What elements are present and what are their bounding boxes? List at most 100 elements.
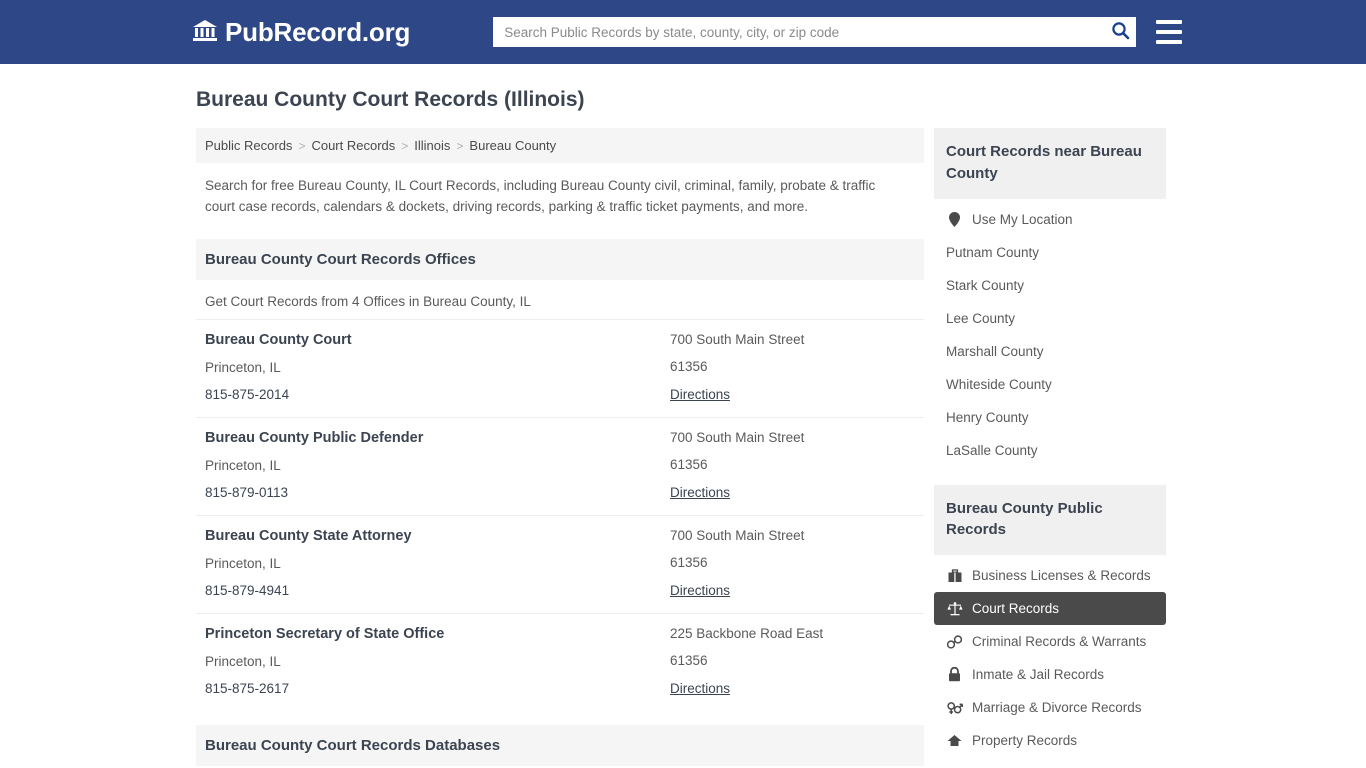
lock-icon xyxy=(946,667,963,682)
main-content: Public Records > Court Records > Illinoi… xyxy=(196,128,924,768)
sidebar-item-label: Property Records xyxy=(972,733,1078,748)
offices-section-header: Bureau County Court Records Offices xyxy=(196,239,924,281)
breadcrumb-separator: > xyxy=(298,138,306,153)
office-zip: 61356 xyxy=(670,653,708,669)
directions-link[interactable]: Directions xyxy=(670,485,730,500)
office-street: 700 South Main Street xyxy=(670,528,805,544)
briefcase-icon xyxy=(946,568,963,583)
office-phone: 815-879-0113 xyxy=(205,485,289,501)
hamburger-menu-icon[interactable] xyxy=(1156,20,1183,44)
sidebar: Court Records near Bureau County Use My … xyxy=(934,128,1166,768)
sidebar-item-marriage-divorce-records[interactable]: Marriage & Divorce Records xyxy=(934,691,1166,724)
public-records-panel-header: Bureau County Public Records xyxy=(934,484,1166,555)
page-body: Bureau County Court Records (Illinois) P… xyxy=(0,88,1366,768)
intro-text: Search for free Bureau County, IL Court … xyxy=(205,178,876,214)
bank-building-icon xyxy=(192,18,218,47)
sidebar-item-whiteside-county[interactable]: Whiteside County xyxy=(934,368,1166,401)
office-left-column: Princeton Secretary of State Office Prin… xyxy=(205,626,670,698)
office-left-column: Bureau County State Attorney Princeton, … xyxy=(205,528,670,600)
content-columns: Public Records > Court Records > Illinoi… xyxy=(196,128,1366,768)
site-header: PubRecord.org xyxy=(0,0,1366,64)
gender-symbols-icon xyxy=(946,701,963,715)
directions-link[interactable]: Directions xyxy=(670,387,730,402)
sidebar-item-property-records[interactable]: Property Records xyxy=(934,724,1166,757)
sidebar-item-stark-county[interactable]: Stark County xyxy=(934,269,1166,302)
map-pin-icon xyxy=(946,211,963,227)
office-city-state: Princeton, IL xyxy=(205,458,281,474)
sidebar-item-label: Marriage & Divorce Records xyxy=(972,700,1142,715)
nearby-panel-header: Court Records near Bureau County xyxy=(934,128,1166,199)
sidebar-item-label: Criminal Records & Warrants xyxy=(972,634,1147,649)
sidebar-item-lasalle-county[interactable]: LaSalle County xyxy=(934,434,1166,467)
sidebar-item-label: LaSalle County xyxy=(946,442,1038,458)
sidebar-item-court-records[interactable]: Court Records xyxy=(934,592,1166,625)
balance-scales-icon xyxy=(946,601,963,616)
office-city-state: Princeton, IL xyxy=(205,360,281,376)
office-row: Bureau County State Attorney Princeton, … xyxy=(196,515,924,613)
nearby-county-list: Use My Location Putnam County Stark Coun… xyxy=(934,199,1166,467)
sidebar-item-label: Henry County xyxy=(946,409,1029,425)
breadcrumb-item-illinois[interactable]: Illinois xyxy=(414,138,450,153)
site-logo[interactable]: PubRecord.org xyxy=(192,17,410,48)
search-input[interactable] xyxy=(493,17,1137,47)
search-container xyxy=(493,17,1137,47)
directions-link[interactable]: Directions xyxy=(670,583,730,598)
office-zip: 61356 xyxy=(670,555,708,571)
sidebar-item-lee-county[interactable]: Lee County xyxy=(934,302,1166,335)
sidebar-item-business-licenses[interactable]: Business Licenses & Records xyxy=(934,559,1166,592)
breadcrumb-separator: > xyxy=(456,138,464,153)
public-records-list: Business Licenses & Records Court Record… xyxy=(934,555,1166,757)
sidebar-item-henry-county[interactable]: Henry County xyxy=(934,401,1166,434)
office-zip: 61356 xyxy=(670,457,708,473)
office-name[interactable]: Bureau County Court xyxy=(205,332,670,348)
sidebar-item-label: Putnam County xyxy=(946,244,1040,260)
sidebar-item-label: Stark County xyxy=(946,277,1025,293)
office-row: Bureau County Public Defender Princeton,… xyxy=(196,417,924,515)
office-right-column: 700 South Main Street 61356 Directions xyxy=(670,430,915,502)
sidebar-item-marshall-county[interactable]: Marshall County xyxy=(934,335,1166,368)
office-right-column: 225 Backbone Road East 61356 Directions xyxy=(670,626,915,698)
office-row: Bureau County Court Princeton, IL 815-87… xyxy=(196,319,924,417)
office-street: 225 Backbone Road East xyxy=(670,626,824,642)
sidebar-item-label: Court Records xyxy=(972,601,1060,616)
office-name[interactable]: Bureau County State Attorney xyxy=(205,528,670,544)
office-row: Princeton Secretary of State Office Prin… xyxy=(196,613,924,711)
office-city-state: Princeton, IL xyxy=(205,556,281,572)
breadcrumb-item-bureau-county: Bureau County xyxy=(469,138,557,153)
breadcrumb-item-public-records[interactable]: Public Records xyxy=(205,138,292,153)
house-icon xyxy=(946,734,963,747)
breadcrumb-item-court-records[interactable]: Court Records xyxy=(311,138,395,153)
offices-section-subtitle: Get Court Records from 4 Offices in Bure… xyxy=(205,294,531,310)
sidebar-item-criminal-records[interactable]: Criminal Records & Warrants xyxy=(934,625,1166,658)
office-phone: 815-879-4941 xyxy=(205,583,290,599)
sidebar-item-putnam-county[interactable]: Putnam County xyxy=(934,236,1166,269)
office-street: 700 South Main Street xyxy=(670,332,805,348)
sidebar-item-inmate-jail-records[interactable]: Inmate & Jail Records xyxy=(934,658,1166,691)
sidebar-item-use-my-location[interactable]: Use My Location xyxy=(934,203,1166,236)
sidebar-item-label: Whiteside County xyxy=(946,376,1052,392)
breadcrumb: Public Records > Court Records > Illinoi… xyxy=(196,128,924,163)
office-city-state: Princeton, IL xyxy=(205,654,281,670)
office-name[interactable]: Princeton Secretary of State Office xyxy=(205,626,670,642)
sidebar-item-label: Business Licenses & Records xyxy=(972,568,1151,583)
office-phone: 815-875-2617 xyxy=(205,681,290,697)
office-name[interactable]: Bureau County Public Defender xyxy=(205,430,670,446)
office-left-column: Bureau County Public Defender Princeton,… xyxy=(205,430,670,502)
page-title: Bureau County Court Records (Illinois) xyxy=(196,88,585,111)
sidebar-item-label: Use My Location xyxy=(972,211,1073,227)
search-icon xyxy=(1111,21,1130,43)
office-left-column: Bureau County Court Princeton, IL 815-87… xyxy=(205,332,670,404)
sidebar-item-label: Inmate & Jail Records xyxy=(972,667,1105,682)
office-zip: 61356 xyxy=(670,359,708,375)
office-right-column: 700 South Main Street 61356 Directions xyxy=(670,332,915,404)
databases-section-header: Bureau County Court Records Databases xyxy=(196,725,924,767)
sidebar-item-label: Lee County xyxy=(946,310,1016,326)
office-street: 700 South Main Street xyxy=(670,430,805,446)
office-phone: 815-875-2014 xyxy=(205,387,290,403)
directions-link[interactable]: Directions xyxy=(670,681,730,696)
handcuffs-icon xyxy=(946,634,963,649)
breadcrumb-separator: > xyxy=(401,138,409,153)
search-button[interactable] xyxy=(1108,20,1132,44)
sidebar-item-label: Marshall County xyxy=(946,343,1044,359)
